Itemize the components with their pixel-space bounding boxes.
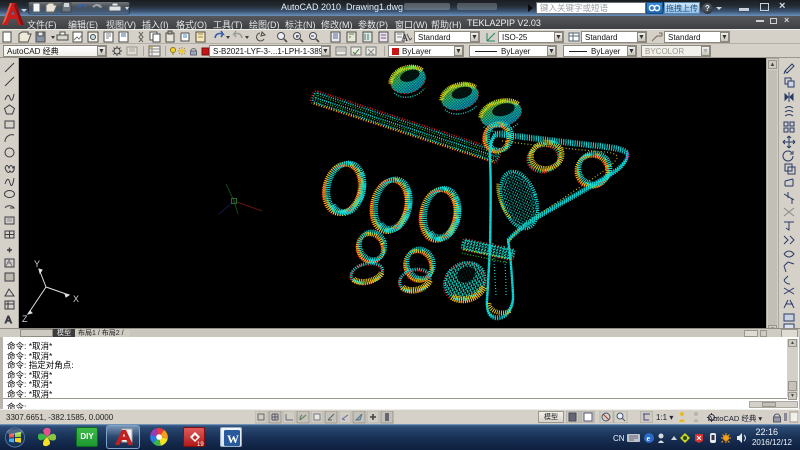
svg-text:W: W — [227, 432, 239, 446]
svg-text:Z: Z — [22, 314, 28, 324]
svg-text:Y: Y — [34, 259, 40, 269]
svg-text:19: 19 — [197, 442, 204, 448]
svg-text:A: A — [5, 315, 12, 326]
svg-text:e: e — [647, 434, 651, 443]
svg-text:X: X — [73, 294, 79, 304]
